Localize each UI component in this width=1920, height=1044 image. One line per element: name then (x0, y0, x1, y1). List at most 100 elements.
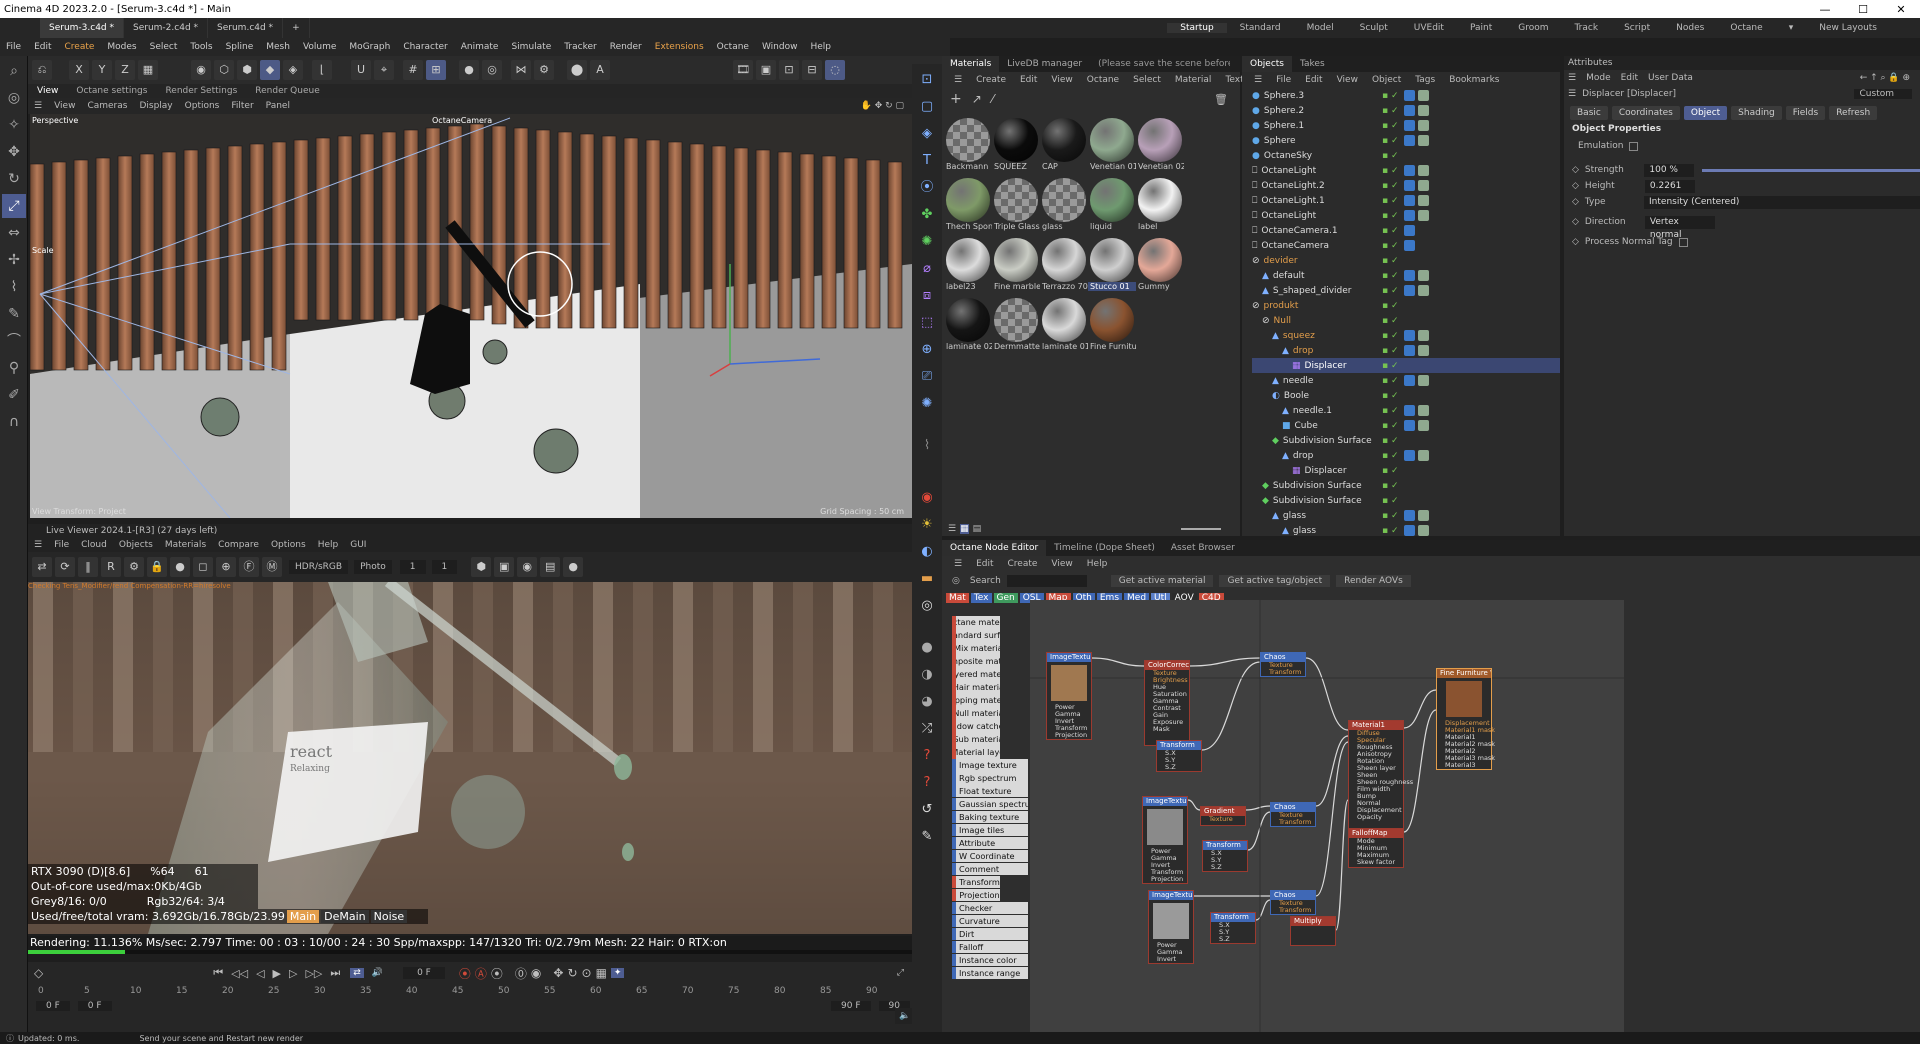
undo-icon[interactable]: ⎌ (32, 60, 52, 80)
node-param[interactable]: S.X (1211, 922, 1255, 929)
octane-dome-icon[interactable]: ◑ (916, 664, 938, 686)
node-type-item[interactable]: Dirt (952, 927, 1028, 941)
hamburger-icon[interactable]: ☰ (34, 101, 42, 111)
menu-mograph[interactable]: MoGraph (349, 42, 390, 52)
node-chaos3[interactable]: Chaos Texture Transform (1270, 890, 1316, 915)
workplane-icon[interactable]: ⌖ (374, 60, 394, 80)
stop-icon[interactable]: ● (170, 557, 190, 577)
object-row[interactable]: ▲ squeez ▪ ✓ (1252, 328, 1560, 343)
object-tags[interactable] (1404, 210, 1432, 221)
select-icon[interactable]: ◎ (2, 86, 26, 110)
pause-icon[interactable]: ‖ (78, 557, 98, 577)
grid-snap-icon[interactable]: # (403, 60, 423, 80)
object-tags[interactable] (1404, 450, 1432, 461)
move-icon[interactable]: ✥ (2, 140, 26, 164)
node-type-item[interactable]: Baking texture (952, 810, 1028, 824)
node-gradient[interactable]: Gradient Texture (1200, 806, 1246, 826)
node-graph[interactable]: ImageTexturePowerGammaInvert Transform Pro… (1030, 600, 1624, 1032)
visibility-check-icon[interactable]: ▪ ✓ (1382, 271, 1399, 281)
node-param[interactable]: Material3 (1437, 762, 1491, 769)
get-active-tag-button[interactable]: Get active tag/object (1219, 575, 1331, 587)
pen-icon[interactable]: ✐ (2, 383, 26, 407)
object-tags[interactable] (1404, 345, 1432, 356)
octane-ball-icon[interactable]: ◕ (916, 691, 938, 713)
octane-sphere-icon[interactable]: ● (916, 637, 938, 659)
goto-start-icon[interactable]: ⏮ (213, 966, 223, 980)
tab-refresh[interactable]: Refresh (1829, 106, 1878, 120)
viewport-icon[interactable]: ⊡ (916, 69, 938, 91)
material-swatch[interactable]: Fine Furniture (1088, 296, 1136, 356)
get-active-material-button[interactable]: Get active material (1110, 575, 1214, 587)
object-tags[interactable] (1404, 90, 1432, 101)
mat-menu-select[interactable]: Select (1133, 75, 1161, 85)
visibility-check-icon[interactable]: ▪ ✓ (1382, 436, 1399, 446)
tab-object[interactable]: Object (1683, 106, 1728, 120)
object-tags[interactable] (1404, 165, 1432, 176)
pen-tool-icon[interactable]: ⌇ (916, 435, 938, 457)
render-aovs-button[interactable]: Render AOVs (1336, 575, 1411, 587)
object-row[interactable]: ◆ Subdivision Surface ▪ ✓ (1252, 433, 1560, 448)
node-type-item[interactable]: Sub material (952, 732, 1000, 746)
sound-icon[interactable]: 🔊 (372, 968, 383, 978)
material-swatch[interactable]: label23 (944, 236, 992, 296)
goto-end-icon[interactable]: ⏭ (330, 966, 340, 980)
object-row[interactable]: ● OctaneSky ▪ ✓ (1252, 148, 1560, 163)
magnet-icon[interactable]: ∩ (2, 410, 26, 434)
color-space-select[interactable]: HDR/sRGB (289, 560, 349, 574)
points-mode-icon[interactable]: ⬡ (214, 60, 234, 80)
sample-field-2[interactable]: 1 (431, 560, 458, 574)
visibility-check-icon[interactable]: ▪ ✓ (1382, 346, 1399, 356)
filter-tex[interactable]: Tex (970, 593, 992, 603)
object-tags[interactable] (1404, 135, 1432, 146)
menu-character[interactable]: Character (403, 42, 447, 52)
layout-tab[interactable]: UVEdit (1401, 23, 1457, 33)
keyframe-icon[interactable]: ◇ (34, 966, 43, 980)
node-type-item[interactable]: Mix material (952, 641, 1000, 655)
node-type-item[interactable]: Composite material (952, 654, 1000, 668)
node-param[interactable]: S.Z (1157, 764, 1201, 771)
tab-livedb[interactable]: LiveDB manager (999, 59, 1090, 69)
visibility-check-icon[interactable]: ▪ ✓ (1382, 376, 1399, 386)
object-tags[interactable] (1404, 225, 1418, 236)
text-icon[interactable]: T (916, 150, 938, 172)
node-type-item[interactable]: Octane material (952, 616, 1000, 629)
layout-tab[interactable]: Startup (1167, 23, 1227, 33)
sculpt-icon[interactable]: ⚲ (2, 356, 26, 380)
obj-menu-object[interactable]: Object (1372, 75, 1401, 85)
object-row[interactable]: ▲ default ▪ ✓ (1252, 268, 1560, 283)
node-type-item[interactable]: Image texture (952, 758, 1028, 772)
settings-icon[interactable]: ⚙ (534, 60, 554, 80)
node-param[interactable]: S.Z (1203, 864, 1247, 871)
visibility-check-icon[interactable]: ▪ ✓ (1382, 466, 1399, 476)
primitive-icon[interactable]: ◈ (916, 123, 938, 145)
pla-key-icon[interactable]: ✦ (610, 968, 625, 978)
deformer-icon[interactable]: ⦿ (916, 177, 938, 199)
material-swatch[interactable]: label (1136, 176, 1184, 236)
visibility-check-icon[interactable]: ▪ ✓ (1382, 451, 1399, 461)
object-row[interactable]: ▲ glass ▪ ✓ (1252, 508, 1560, 523)
tab-takes[interactable]: Takes (1292, 59, 1333, 69)
range-start-field[interactable]: 0 F (36, 1001, 70, 1011)
material-swatch[interactable]: Triple Glass (992, 176, 1040, 236)
material-swatch[interactable]: laminate 01 (1040, 296, 1088, 356)
layout-tab[interactable]: Standard (1227, 23, 1294, 33)
node-param[interactable]: Texture (1201, 816, 1245, 823)
visibility-check-icon[interactable]: ▪ ✓ (1382, 526, 1399, 536)
layout-tab[interactable]: Octane (1717, 23, 1775, 33)
node-param[interactable]: S.X (1203, 850, 1247, 857)
help-icon[interactable]: ? (916, 745, 938, 767)
timeline-ruler[interactable]: 0 5 10 15 20 25 30 35 40 45 50 55 60 65 70 75 80 85 90 (34, 984, 912, 998)
trash-icon[interactable]: 🗑 (1214, 93, 1228, 106)
anim-key-icon[interactable]: ◇ (1572, 237, 1579, 247)
node-param[interactable]: S.X (1157, 750, 1201, 757)
object-tags[interactable] (1404, 270, 1432, 281)
model-mode-icon[interactable]: ◉ (191, 60, 211, 80)
restart-render-icon[interactable]: ⟳ (55, 557, 75, 577)
hamburger-icon[interactable]: ☰ (34, 540, 42, 550)
scene-icon[interactable]: ⊕ (916, 339, 938, 361)
m-icon[interactable]: Ⓜ (262, 557, 282, 577)
menu-edit[interactable]: Edit (34, 42, 51, 52)
perspective-viewport[interactable]: Perspective OctaneCamera Scale View Tran… (30, 114, 912, 518)
node-type-item[interactable]: Float texture (952, 784, 1028, 798)
object-row[interactable]: ⊘ produkt ▪ ✓ (1252, 298, 1560, 313)
